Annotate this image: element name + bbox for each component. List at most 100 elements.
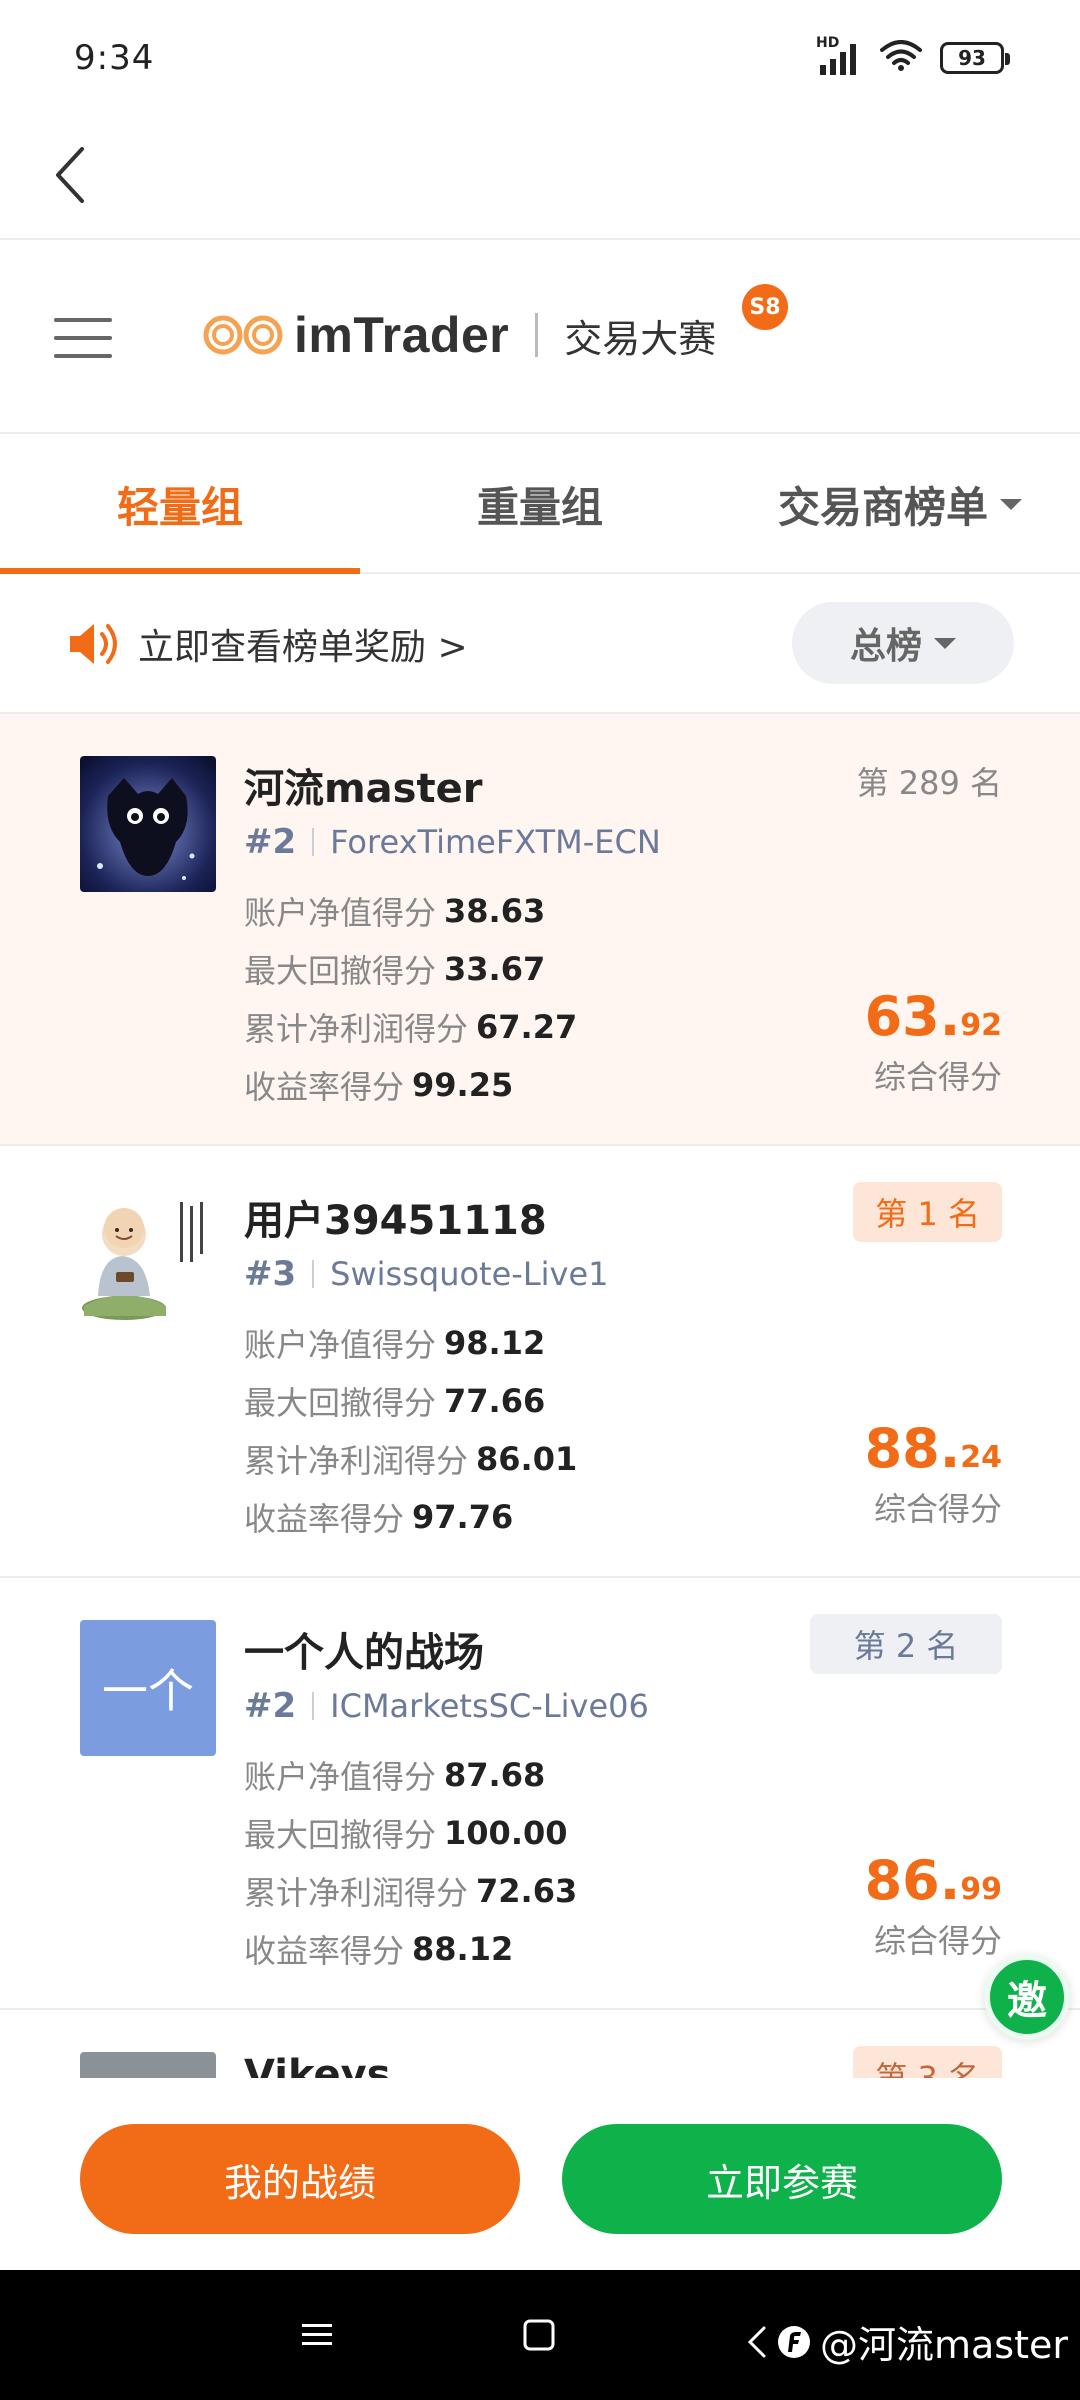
metric-row: 累计净利润得分 72.63 <box>244 1862 577 1920</box>
invite-button[interactable]: 邀 <box>984 1954 1070 2040</box>
sys-menu-button[interactable] <box>292 2310 342 2360</box>
my-record-button[interactable]: 我的战绩 <box>80 2124 520 2234</box>
score-metrics: 账户净值得分 38.63 最大回撤得分 33.67 累计净利润得分 67.27 收益率… <box>244 882 577 1114</box>
battery-level: 93 <box>958 46 986 70</box>
season-badge: S8 <box>742 284 788 330</box>
back-button[interactable] <box>30 130 110 220</box>
forum-logo-icon <box>777 2325 810 2358</box>
metric-value: 100.00 <box>444 1814 568 1852</box>
watermark: @河流master <box>746 2314 1068 2369</box>
tab-heavy[interactable]: 重量组 <box>360 434 720 574</box>
brand: imTrader 交易大赛 <box>202 306 716 364</box>
ranking-card[interactable]: 一个 一个人的战场 #2 ICMarketsSC-Live06 账户净值得分 87… <box>0 1578 1080 2010</box>
home-icon <box>523 2319 555 2351</box>
metric-row: 收益率得分 88.12 <box>244 1920 577 1978</box>
speaker-icon <box>70 624 117 664</box>
tag-divider <box>312 1260 315 1288</box>
metric-label: 账户净值得分 <box>244 894 437 932</box>
battery-icon: 93 <box>940 42 1010 74</box>
avatar-text: 一个 <box>102 1664 194 1718</box>
metric-row: 账户净值得分 98.12 <box>244 1314 577 1372</box>
avatar: 一个 <box>80 1620 216 1756</box>
account-tag: #2 ForexTimeFXTM-ECN <box>244 822 661 862</box>
broker-server: ICMarketsSC-Live06 <box>330 1687 649 1725</box>
score-decimal: 24 <box>960 1440 1002 1475</box>
header: imTrader 交易大赛 S8 <box>0 240 1080 434</box>
tab-broker-ranking[interactable]: 交易商榜单 <box>720 434 1080 574</box>
score-metrics: 账户净值得分 98.12 最大回撤得分 77.66 累计净利润得分 86.01 收益率… <box>244 1314 577 1546</box>
metric-value: 98.12 <box>444 1324 546 1362</box>
sys-home-button[interactable] <box>514 2310 564 2360</box>
chevron-down-icon <box>934 637 956 649</box>
metric-row: 最大回撤得分 77.66 <box>244 1372 577 1430</box>
brand-divider <box>535 313 539 357</box>
ranking-filter-select[interactable]: 总榜 <box>792 602 1014 684</box>
metric-label: 账户净值得分 <box>244 1758 437 1796</box>
metric-value: 67.27 <box>476 1008 578 1046</box>
account-tag: #2 ICMarketsSC-Live06 <box>244 1686 649 1726</box>
metric-row: 累计净利润得分 86.01 <box>244 1430 577 1488</box>
metric-row: 累计净利润得分 67.27 <box>244 998 577 1056</box>
metric-row: 收益率得分 99.25 <box>244 1056 577 1114</box>
join-now-button[interactable]: 立即参赛 <box>562 2124 1002 2234</box>
avatar <box>80 2052 216 2078</box>
rank-badge: 第 3 名 <box>853 2046 1002 2078</box>
rank-position: 第 289 名 <box>856 764 1002 802</box>
trader-name: 用户39451118 <box>244 1198 547 1244</box>
metric-row: 账户净值得分 38.63 <box>244 882 577 940</box>
trader-name: 河流master <box>244 766 483 812</box>
metric-label: 最大回撤得分 <box>244 1384 437 1422</box>
metric-value: 77.66 <box>444 1382 546 1420</box>
tab-broker-label: 交易商榜单 <box>777 482 988 532</box>
score-integer: 88. <box>864 1417 961 1480</box>
metric-value: 97.76 <box>412 1498 514 1536</box>
total-score: 88.24 综合得分 <box>865 1422 1002 1530</box>
brand-name: imTrader <box>294 307 510 363</box>
notice-row: 立即查看榜单奖励 > 总榜 <box>0 574 1080 714</box>
tab-light[interactable]: 轻量组 <box>0 434 360 574</box>
trader-name: Vikeys <box>244 2052 391 2078</box>
metric-value: 38.63 <box>444 892 546 930</box>
top-nav <box>0 110 1080 240</box>
back-chevron-icon <box>747 2326 766 2357</box>
signal-icon: HD <box>816 35 862 75</box>
broker-server: ForexTimeFXTM-ECN <box>330 823 661 861</box>
status-icons: HD 93 <box>816 35 1010 78</box>
account-index: #2 <box>244 822 297 862</box>
metric-row: 最大回撤得分 100.00 <box>244 1804 577 1862</box>
score-label: 综合得分 <box>873 1490 1002 1528</box>
metric-label: 收益率得分 <box>244 1932 405 1970</box>
account-index: #3 <box>244 1254 297 1294</box>
metric-label: 累计净利润得分 <box>244 1874 469 1912</box>
notice-text: 立即查看榜单奖励 > <box>138 627 468 668</box>
menu-icon <box>302 2324 332 2345</box>
metric-row: 收益率得分 97.76 <box>244 1488 577 1546</box>
menu-line <box>54 336 112 340</box>
metric-label: 最大回撤得分 <box>244 952 437 990</box>
status-time: 9:34 <box>74 38 155 78</box>
total-score: 86.99 综合得分 <box>865 1854 1002 1962</box>
metric-label: 账户净值得分 <box>244 1326 437 1364</box>
metric-value: 88.12 <box>412 1930 514 1968</box>
metric-label: 收益率得分 <box>244 1068 405 1106</box>
ranking-card[interactable]: Vikeys 第 3 名 <box>0 2010 1080 2078</box>
metric-value: 86.01 <box>476 1440 578 1478</box>
group-tabs: 轻量组 重量组 交易商榜单 <box>0 434 1080 574</box>
status-bar: 9:34 HD 93 <box>0 0 1080 110</box>
ranking-card-self[interactable]: 河流master #2 ForexTimeFXTM-ECN 账户净值得分 38.6… <box>0 714 1080 1146</box>
rank-badge: 第 1 名 <box>853 1182 1002 1242</box>
reward-notice-link[interactable]: 立即查看榜单奖励 > <box>66 614 468 674</box>
score-integer: 86. <box>864 1849 961 1912</box>
avatar <box>80 756 216 892</box>
metric-row: 最大回撤得分 33.67 <box>244 940 577 998</box>
score-value: 86.99 <box>865 1854 1002 1908</box>
imtrader-logo-icon <box>203 315 283 355</box>
score-label: 综合得分 <box>873 1058 1002 1096</box>
score-value: 63.92 <box>865 990 1002 1044</box>
menu-button[interactable] <box>54 318 112 358</box>
score-metrics: 账户净值得分 87.68 最大回撤得分 100.00 累计净利润得分 72.63 收益… <box>244 1746 577 1978</box>
wifi-icon <box>880 40 922 76</box>
page-title: 交易大赛 <box>564 316 717 361</box>
ranking-card[interactable]: 用户39451118 #3 Swissquote-Live1 账户净值得分 98.… <box>0 1146 1080 1578</box>
metric-label: 累计净利润得分 <box>244 1442 469 1480</box>
